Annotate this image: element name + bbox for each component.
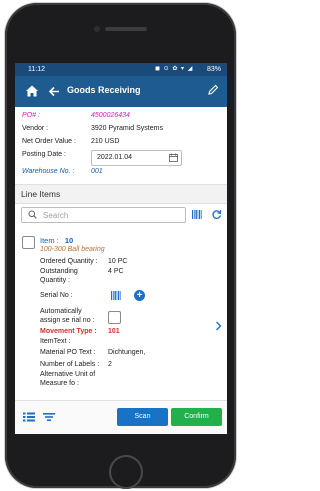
bottom-action-bar: Scan Confirm — [15, 400, 227, 434]
line-items-section-header: Line Items — [15, 184, 227, 204]
po-value: 4500026434 — [91, 112, 130, 119]
material-po-text-value: Dichtungen, — [108, 349, 146, 356]
status-time: 11:12 — [28, 66, 45, 73]
auto-serial-label-2: assign se rial no : — [40, 317, 95, 324]
warehouse-value: 001 — [91, 168, 103, 175]
number-of-labels-value: 2 — [108, 361, 112, 368]
outstanding-qty-label-1: Outstanding — [40, 268, 78, 275]
material-po-text-label: Material PO Text : — [40, 349, 96, 356]
serial-barcode-icon[interactable] — [111, 291, 121, 300]
outstanding-qty-value: 4 PC — [108, 268, 124, 275]
posting-date-field[interactable]: 2022.01.04 — [91, 150, 182, 166]
movement-type-label: Movement Type : — [40, 328, 97, 335]
vendor-label: Vendor : — [22, 125, 49, 132]
posting-date-value: 2022.01.04 — [97, 154, 133, 161]
filter-list-icon[interactable] — [43, 412, 55, 422]
list-view-icon[interactable] — [23, 412, 35, 422]
confirm-button[interactable]: Confirm — [171, 408, 222, 426]
front-camera — [94, 26, 100, 32]
item-text-label: ItemText : — [40, 338, 71, 345]
search-field[interactable]: Search — [21, 207, 186, 223]
home-icon[interactable] — [25, 84, 39, 98]
warehouse-label: Warehouse No. : — [22, 168, 75, 175]
auto-serial-label-1: Automatically — [40, 308, 82, 315]
item-description: 100-300 Ball bearing — [40, 246, 105, 253]
posting-date-label: Posting Date : — [22, 151, 66, 158]
search-placeholder: Search — [43, 211, 69, 220]
edit-icon[interactable] — [207, 84, 219, 96]
calendar-icon[interactable] — [169, 153, 178, 162]
item-title: Item : 10 — [40, 236, 73, 245]
chevron-right-icon[interactable] — [215, 321, 222, 331]
page-title: Goods Receiving — [67, 85, 141, 95]
serial-no-label: Serial No : — [40, 292, 73, 299]
net-order-value: 210 USD — [91, 138, 120, 145]
scan-button[interactable]: Scan — [117, 408, 168, 426]
vendor-value: 3920 Pyramid Systems — [91, 125, 163, 132]
search-icon — [28, 210, 37, 219]
battery-percent: 83% — [207, 66, 222, 73]
refresh-icon[interactable] — [211, 209, 222, 220]
alt-unit-label-2: Measure fo : — [40, 380, 79, 387]
number-of-labels-label: Number of Labels : — [40, 361, 100, 368]
earpiece-speaker — [105, 27, 147, 31]
status-icons: ◼ ⊙ ✿ ▾ ◢ — [155, 66, 194, 72]
section-title: Line Items — [21, 189, 61, 199]
ordered-qty-label: Ordered Quantity : — [40, 258, 98, 265]
item-number: 10 — [64, 236, 74, 245]
status-bar: 11:12 ◼ ⊙ ✿ ▾ ◢ 83% — [15, 63, 227, 76]
net-order-label: Net Order Value : — [22, 138, 76, 145]
po-label: PO# : — [22, 112, 40, 119]
outstanding-qty-label-2: Quantity : — [40, 277, 70, 284]
movement-type-value: 101 — [108, 328, 120, 335]
add-serial-button[interactable]: + — [134, 290, 145, 301]
app-screen: 11:12 ◼ ⊙ ✿ ▾ ◢ 83% Goods Receiving PO# … — [15, 63, 227, 434]
item-label: Item : — [40, 236, 59, 245]
ordered-qty-value: 10 PC — [108, 258, 128, 265]
alt-unit-label-1: Alternative Unit of — [40, 371, 96, 378]
line-item-select-checkbox[interactable] — [22, 236, 35, 249]
auto-serial-checkbox[interactable] — [108, 311, 121, 324]
back-arrow-icon[interactable] — [49, 86, 60, 97]
home-hardware-button[interactable] — [109, 455, 143, 489]
barcode-scan-icon[interactable] — [192, 210, 202, 219]
app-bar: Goods Receiving — [15, 76, 227, 107]
